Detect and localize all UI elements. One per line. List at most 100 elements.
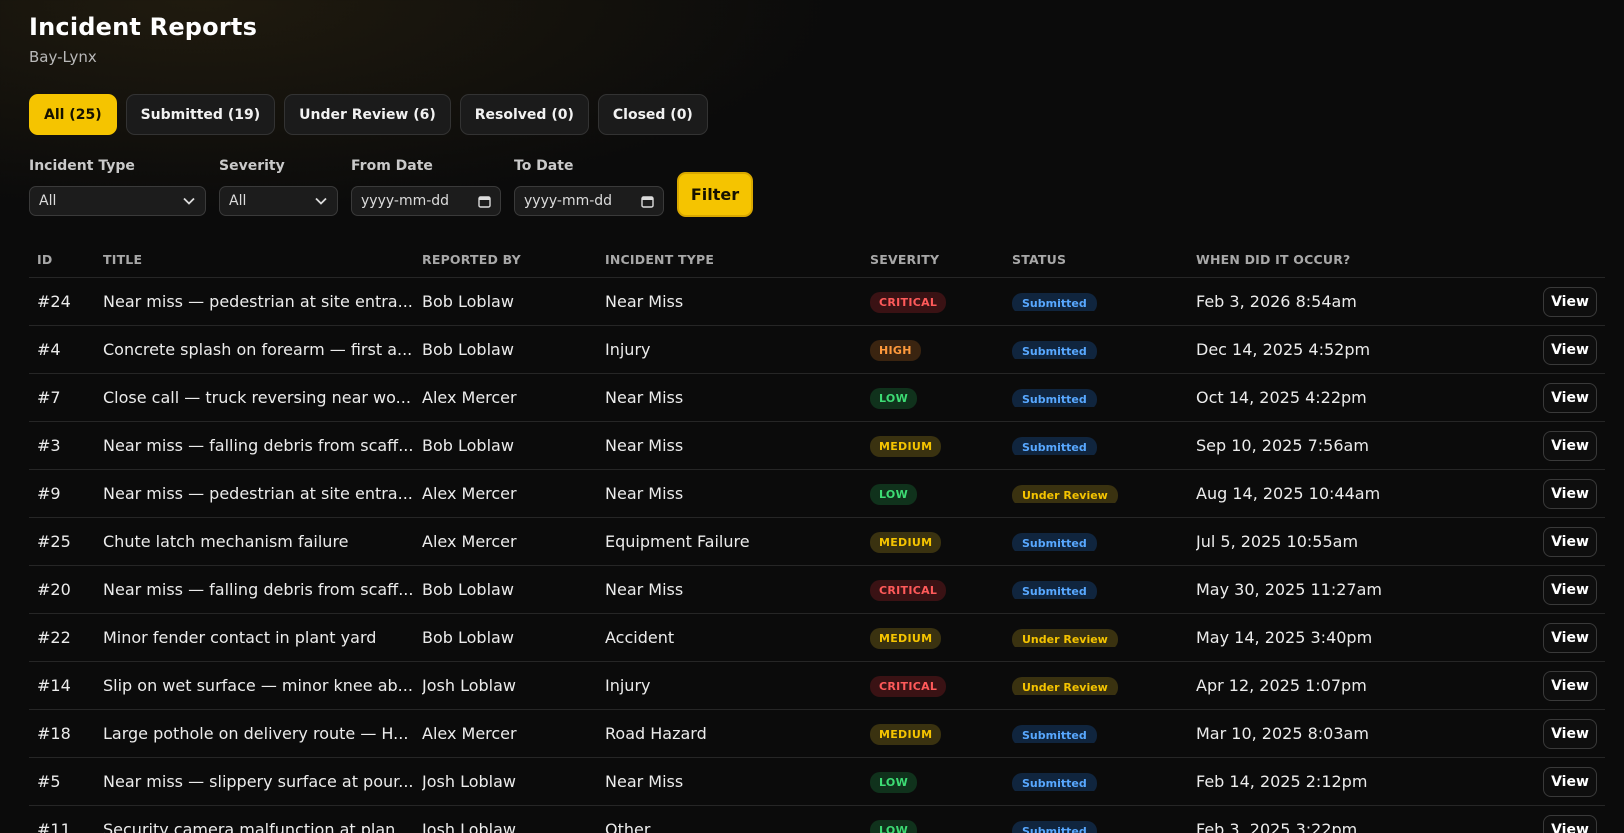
tab-resolved[interactable]: Resolved (0) <box>459 94 589 135</box>
occurred-at: Feb 14, 2025 2:12pm <box>1196 772 1368 791</box>
severity-badge: MEDIUM <box>870 723 942 745</box>
actions-cell: View <box>1506 334 1605 365</box>
status-cell: Under Review <box>1012 484 1196 503</box>
filter-bar: Incident Type All Severity All From Date… <box>29 158 753 217</box>
status-cell: Submitted <box>1012 388 1196 407</box>
table-row: #3 Near miss — falling debris from scaff.… <box>29 422 1605 470</box>
view-button[interactable]: View <box>1543 718 1597 749</box>
column-header-status: STATUS <box>1012 252 1067 267</box>
actions-cell: View <box>1506 478 1605 509</box>
incident-type: Road Hazard <box>605 724 707 743</box>
severity-cell: LOW <box>870 819 1012 833</box>
severity-badge: CRITICAL <box>870 675 947 697</box>
reported-by: Josh Loblaw <box>422 676 516 695</box>
incident-title: Minor fender contact in plant yard <box>103 628 377 647</box>
view-button[interactable]: View <box>1543 622 1597 653</box>
severity-cell: LOW <box>870 483 1012 505</box>
incident-type: Near Miss <box>605 580 684 599</box>
incident-type-label: Incident Type <box>29 158 135 174</box>
incident-type-select[interactable]: All <box>29 186 206 216</box>
table-body: #24 Near miss — pedestrian at site entra.… <box>29 278 1605 833</box>
status-badge: Submitted <box>1012 533 1097 551</box>
status-cell: Submitted <box>1012 724 1196 743</box>
incident-title: Large pothole on delivery route — H... <box>103 724 409 743</box>
filter-button[interactable]: Filter <box>677 172 753 217</box>
reported-by: Alex Mercer <box>422 484 517 503</box>
severity-cell: CRITICAL <box>870 579 1012 601</box>
tab-closed[interactable]: Closed (0) <box>597 94 708 135</box>
calendar-icon[interactable] <box>478 195 491 208</box>
severity-filter: Severity All <box>219 158 338 216</box>
status-badge: Submitted <box>1012 341 1097 359</box>
severity-cell: LOW <box>870 387 1012 409</box>
severity-cell: CRITICAL <box>870 675 1012 697</box>
from-date-label: From Date <box>351 158 433 174</box>
from-date-placeholder: yyyy-mm-dd <box>361 193 450 209</box>
incident-type: Near Miss <box>605 292 684 311</box>
tab-under-review[interactable]: Under Review (6) <box>284 94 451 135</box>
severity-badge: LOW <box>870 819 918 833</box>
table-row: #9 Near miss — pedestrian at site entra..… <box>29 470 1605 518</box>
reported-by: Josh Loblaw <box>422 772 516 791</box>
view-button[interactable]: View <box>1543 382 1597 413</box>
view-button[interactable]: View <box>1543 574 1597 605</box>
view-button[interactable]: View <box>1543 670 1597 701</box>
incident-title: Concrete splash on forearm — first a... <box>103 340 413 359</box>
reported-by: Bob Loblaw <box>422 436 514 455</box>
incident-type: Near Miss <box>605 388 684 407</box>
status-cell: Submitted <box>1012 580 1196 599</box>
column-header-id: ID <box>37 252 53 267</box>
incident-id: #11 <box>37 820 71 833</box>
view-button[interactable]: View <box>1543 286 1597 317</box>
to-date-filter: To Date yyyy-mm-dd <box>514 158 664 216</box>
from-date-input[interactable]: yyyy-mm-dd <box>351 186 501 216</box>
incident-id: #9 <box>37 484 61 503</box>
incident-type: Near Miss <box>605 484 684 503</box>
status-badge: Submitted <box>1012 437 1097 455</box>
view-button[interactable]: View <box>1543 334 1597 365</box>
chevron-down-icon <box>315 197 327 205</box>
to-date-input[interactable]: yyyy-mm-dd <box>514 186 664 216</box>
view-button[interactable]: View <box>1543 766 1597 797</box>
incident-type: Near Miss <box>605 772 684 791</box>
reported-by: Bob Loblaw <box>422 580 514 599</box>
table-row: #25 Chute latch mechanism failure Alex Mer… <box>29 518 1605 566</box>
view-button[interactable]: View <box>1543 814 1597 833</box>
tab-all[interactable]: All (25) <box>29 94 117 135</box>
table-row: #14 Slip on wet surface — minor knee ab..… <box>29 662 1605 710</box>
status-badge: Under Review <box>1012 677 1118 695</box>
status-cell: Submitted <box>1012 820 1196 833</box>
incident-id: #4 <box>37 340 61 359</box>
view-button[interactable]: View <box>1543 478 1597 509</box>
calendar-icon[interactable] <box>641 195 654 208</box>
severity-badge: LOW <box>870 387 918 409</box>
severity-cell: MEDIUM <box>870 723 1012 745</box>
tab-submitted[interactable]: Submitted (19) <box>125 94 276 135</box>
view-button[interactable]: View <box>1543 430 1597 461</box>
incident-id: #5 <box>37 772 61 791</box>
severity-cell: LOW <box>870 771 1012 793</box>
incident-type-filter: Incident Type All <box>29 158 206 216</box>
incident-title: Near miss — falling debris from scaff... <box>103 580 414 599</box>
actions-cell: View <box>1506 430 1605 461</box>
status-badge: Submitted <box>1012 389 1097 407</box>
incident-type: Accident <box>605 628 675 647</box>
incident-title: Slip on wet surface — minor knee ab... <box>103 676 413 695</box>
actions-cell: View <box>1506 382 1605 413</box>
severity-select[interactable]: All <box>219 186 338 216</box>
status-cell: Submitted <box>1012 436 1196 455</box>
incident-type: Injury <box>605 676 651 695</box>
occurred-at: Sep 10, 2025 7:56am <box>1196 436 1369 455</box>
severity-cell: MEDIUM <box>870 435 1012 457</box>
incident-id: #25 <box>37 532 71 551</box>
status-cell: Submitted <box>1012 532 1196 551</box>
table-row: #18 Large pothole on delivery route — H..… <box>29 710 1605 758</box>
incident-title: Security camera malfunction at plan... <box>103 820 411 833</box>
actions-cell: View <box>1506 574 1605 605</box>
occurred-at: May 30, 2025 11:27am <box>1196 580 1382 599</box>
actions-cell: View <box>1506 286 1605 317</box>
actions-cell: View <box>1506 814 1605 833</box>
severity-cell: MEDIUM <box>870 531 1012 553</box>
view-button[interactable]: View <box>1543 526 1597 557</box>
actions-cell: View <box>1506 718 1605 749</box>
